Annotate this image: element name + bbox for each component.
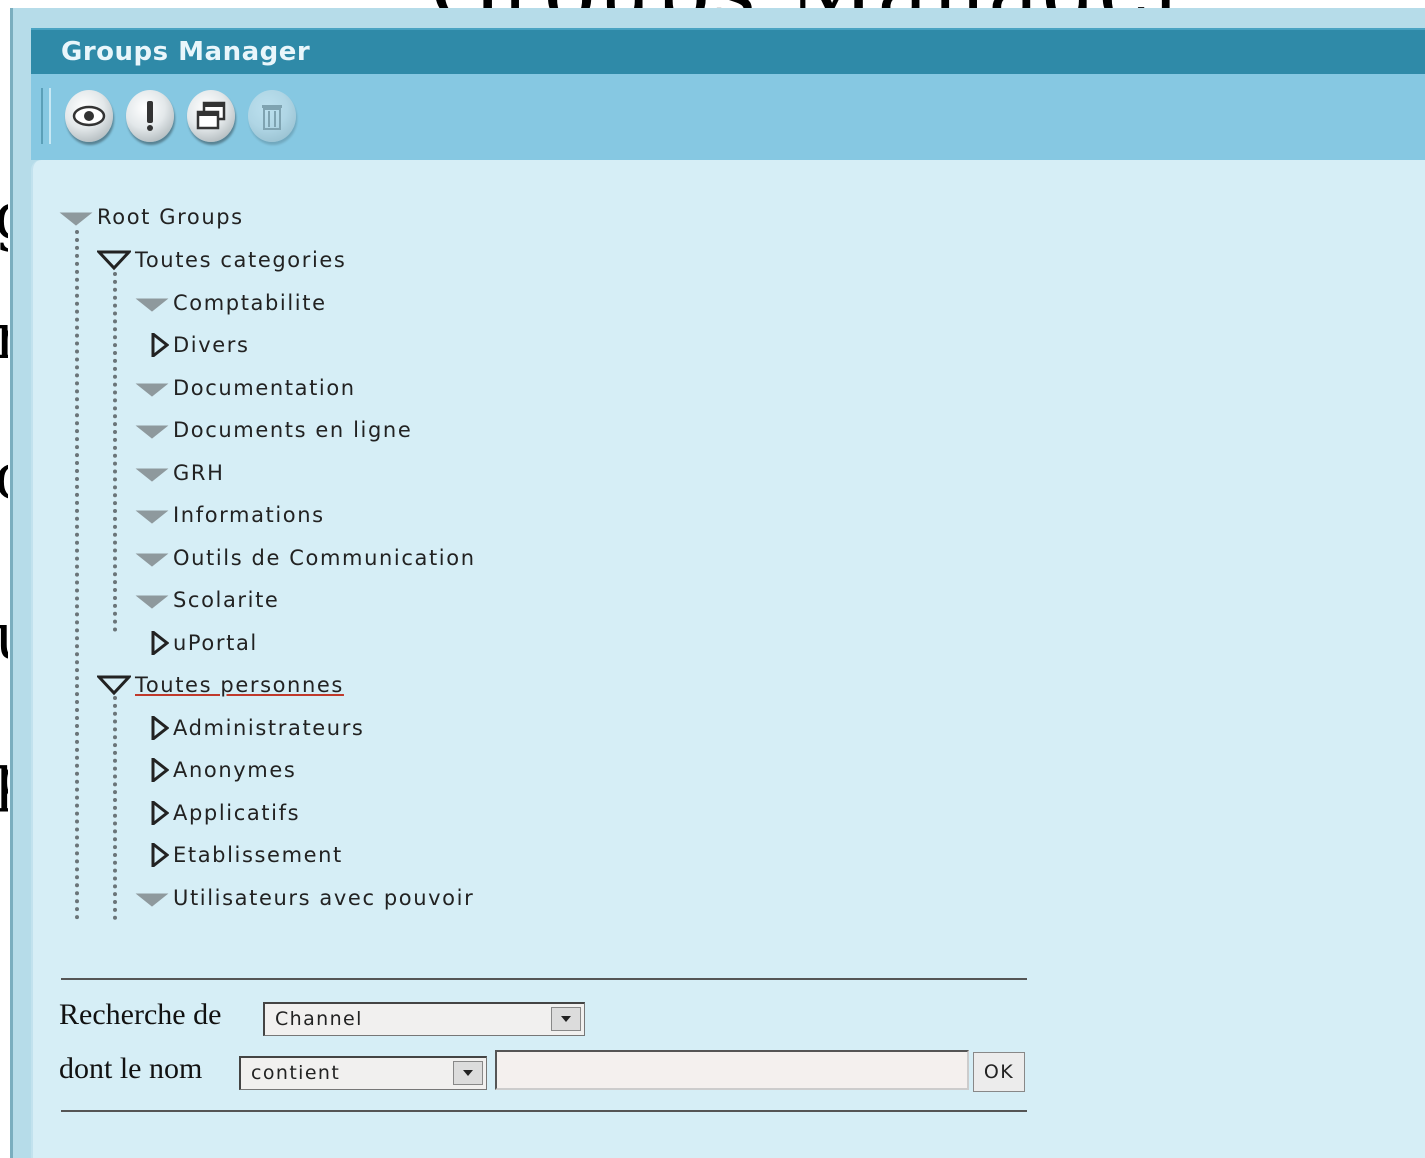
tree-node-label[interactable]: Anonymes: [173, 758, 296, 782]
tree-guide-line-personnes: [113, 696, 121, 920]
tree-subgroup-node[interactable]: Outils de Communication: [135, 543, 476, 573]
collapsed-triangle-icon[interactable]: [135, 800, 169, 825]
tree-node-label[interactable]: Scolarite: [173, 588, 279, 612]
chevron-down-icon: [561, 1016, 571, 1022]
tree-node-label[interactable]: Administrateurs: [173, 716, 364, 740]
tree-subgroup-node[interactable]: Scolarite: [135, 585, 279, 615]
collapsed-triangle-icon[interactable]: [135, 630, 169, 655]
tree-node-label[interactable]: Informations: [173, 503, 325, 527]
tree-node-label[interactable]: Outils de Communication: [173, 546, 476, 570]
form-bottom-divider: [61, 1110, 1027, 1112]
search-operator-value: contient: [251, 1062, 341, 1084]
tree-node-label[interactable]: Utilisateurs avec pouvoir: [173, 886, 474, 910]
form-top-divider: [61, 978, 1027, 980]
tree-node-label[interactable]: Toutes categories: [135, 248, 346, 272]
empty-node-triangle-icon: [135, 595, 169, 609]
trash-icon: [262, 105, 282, 130]
empty-node-triangle-icon: [135, 425, 169, 439]
expanded-triangle-icon[interactable]: [97, 248, 131, 272]
empty-node-triangle-icon: [59, 212, 93, 226]
tree-subgroup-node[interactable]: Divers: [135, 330, 250, 360]
empty-node-triangle-icon: [135, 298, 169, 312]
tree-subgroup-node[interactable]: uPortal: [135, 628, 258, 658]
tree-subgroup-node[interactable]: Utilisateurs avec pouvoir: [135, 883, 474, 913]
tree-subgroup-node[interactable]: Applicatifs: [135, 798, 300, 828]
tree-node-label[interactable]: Root Groups: [97, 205, 244, 229]
search-ok-button[interactable]: OK: [973, 1052, 1025, 1092]
window-titlebar: Groups Manager: [31, 28, 1425, 74]
tree-group-node[interactable]: Toutes categories: [97, 245, 346, 275]
tree-subgroup-node[interactable]: Anonymes: [135, 755, 296, 785]
tree-node-label[interactable]: uPortal: [173, 631, 258, 655]
groups-manager-window: Groups Manager Recherche de Channel dont…: [10, 8, 1425, 1158]
window-title: Groups Manager: [61, 37, 311, 67]
search-operator-dropdown-button[interactable]: [453, 1061, 483, 1085]
empty-node-triangle-icon: [135, 468, 169, 482]
tree-node-label[interactable]: Applicatifs: [173, 801, 300, 825]
tree-group-node[interactable]: Toutes personnes: [97, 670, 344, 700]
tree-node-label[interactable]: Toutes personnes: [135, 673, 344, 697]
search-operator-select[interactable]: contient: [239, 1056, 487, 1090]
search-query-input[interactable]: [495, 1050, 969, 1090]
search-type-label: Recherche de: [59, 998, 222, 1031]
delete-button[interactable]: [248, 90, 296, 142]
tree-subgroup-node[interactable]: GRH: [135, 458, 224, 488]
tree-subgroup-node[interactable]: Documentation: [135, 373, 356, 403]
tree-node-label[interactable]: GRH: [173, 461, 224, 485]
collapsed-triangle-icon[interactable]: [135, 333, 169, 357]
toolbar-grip: [41, 88, 51, 144]
tree-guide-line-root: [75, 230, 83, 920]
tree-guide-line-categories: [113, 272, 121, 632]
eye-icon: [72, 105, 106, 127]
empty-node-triangle-icon: [135, 893, 169, 907]
tree-node-label[interactable]: Divers: [173, 333, 250, 357]
search-type-select[interactable]: Channel: [263, 1002, 585, 1036]
empty-node-triangle-icon: [135, 510, 169, 524]
tree-subgroup-node[interactable]: Informations: [135, 500, 325, 530]
search-name-label: dont le nom: [59, 1052, 203, 1085]
tree-node-label[interactable]: Etablissement: [173, 843, 343, 867]
tree-node-label[interactable]: Documentation: [173, 376, 356, 400]
empty-node-triangle-icon: [135, 383, 169, 397]
search-type-value: Channel: [275, 1008, 363, 1030]
windows-icon: [196, 101, 226, 130]
tree-root-node[interactable]: Root Groups: [59, 202, 244, 232]
tree-subgroup-node[interactable]: Administrateurs: [135, 713, 364, 743]
toolbar: [31, 74, 1425, 160]
slide-left-text-fragment: group: [0, 180, 8, 840]
tree-node-label[interactable]: Documents en ligne: [173, 418, 412, 442]
empty-node-triangle-icon: [135, 553, 169, 567]
tree-node-label[interactable]: Comptabilite: [173, 291, 327, 315]
info-icon: [147, 101, 153, 131]
view-button[interactable]: [65, 90, 113, 142]
info-button[interactable]: [126, 90, 174, 142]
tree-subgroup-node[interactable]: Etablissement: [135, 840, 343, 870]
expanded-triangle-icon[interactable]: [97, 673, 131, 697]
collapsed-triangle-icon[interactable]: [135, 843, 169, 867]
search-type-dropdown-button[interactable]: [551, 1007, 581, 1031]
chevron-down-icon: [463, 1070, 473, 1076]
groups-tree-panel: Recherche de Channel dont le nom contien…: [31, 160, 1425, 1158]
collapsed-triangle-icon[interactable]: [135, 758, 169, 782]
tree-subgroup-node[interactable]: Comptabilite: [135, 288, 327, 318]
tree-subgroup-node[interactable]: Documents en ligne: [135, 415, 412, 445]
windows-button[interactable]: [187, 90, 235, 142]
collapsed-triangle-icon[interactable]: [135, 715, 169, 740]
